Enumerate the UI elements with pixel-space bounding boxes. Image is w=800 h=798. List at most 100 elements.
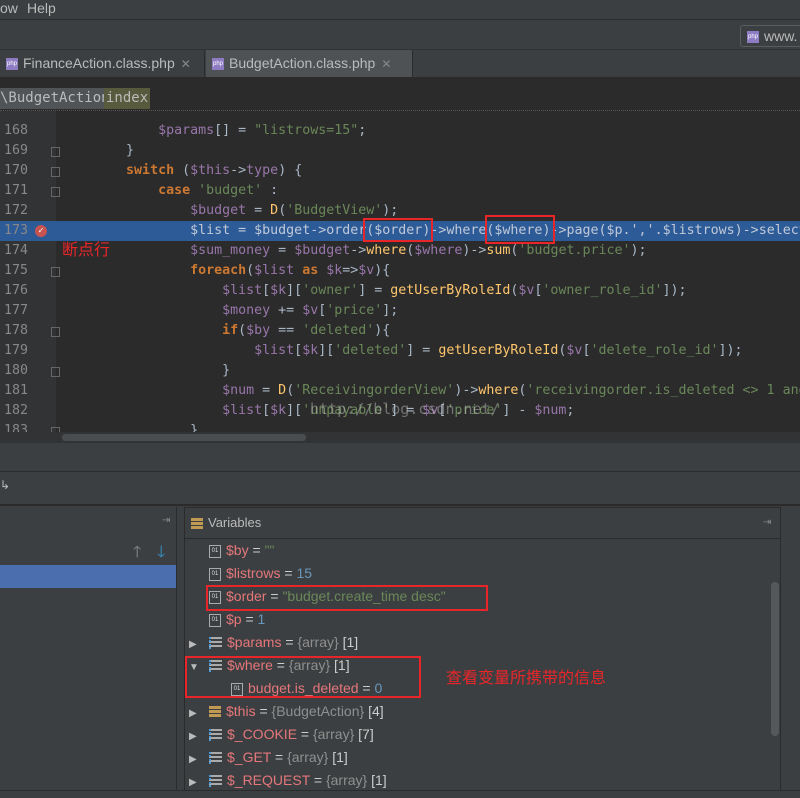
selected-frame[interactable] bbox=[0, 565, 176, 588]
where-highlight-box bbox=[485, 215, 555, 244]
line-number[interactable]: 176 bbox=[4, 281, 30, 301]
code-line[interactable]: 169 } bbox=[0, 141, 800, 161]
code-token-var: type bbox=[246, 163, 279, 178]
variable-count: [1] bbox=[371, 772, 387, 788]
code-line[interactable]: 180 } bbox=[0, 361, 800, 381]
code-token-plain: ]); bbox=[662, 283, 687, 298]
fold-marker-icon[interactable] bbox=[51, 367, 60, 377]
pin-icon[interactable]: ⇥ bbox=[162, 515, 170, 526]
code-token-var: $num bbox=[222, 383, 255, 398]
php-file-icon: php bbox=[212, 58, 224, 71]
line-number[interactable]: 173 bbox=[4, 221, 30, 241]
code-line[interactable]: 181 $num = D('ReceivingorderView')->wher… bbox=[0, 381, 800, 401]
code-token-str: 'delete_role_id' bbox=[590, 343, 719, 358]
code-token-str: ',' bbox=[630, 223, 655, 238]
line-number[interactable]: 174 bbox=[4, 241, 30, 261]
line-number[interactable]: 177 bbox=[4, 301, 30, 321]
breakpoint-icon[interactable]: ✓ bbox=[35, 225, 47, 237]
code-line[interactable]: 168 $params[] = "listrows=15"; bbox=[0, 121, 800, 141]
step-icon[interactable]: ↳ bbox=[0, 478, 10, 492]
expand-toggle-icon[interactable]: ▶ bbox=[189, 633, 201, 656]
line-number[interactable]: 181 bbox=[4, 381, 30, 401]
variable-row[interactable]: ▶ $_COOKIE = {array} [7] bbox=[189, 723, 374, 746]
code-token-var: $k bbox=[270, 283, 287, 298]
variable-row[interactable]: 01 $p = 1 bbox=[189, 608, 265, 631]
code-text: $sum_money = $budget->where($where)->sum… bbox=[62, 241, 646, 261]
code-token-str: 'BudgetView' bbox=[286, 203, 383, 218]
up-arrow-icon[interactable]: 🡑 bbox=[133, 541, 141, 568]
scrollbar-thumb[interactable] bbox=[62, 434, 306, 441]
expand-toggle-icon[interactable]: ▶ bbox=[189, 725, 201, 748]
expand-toggle-icon[interactable]: ▶ bbox=[189, 771, 201, 791]
code-text: case 'budget' : bbox=[62, 181, 278, 201]
line-number[interactable]: 168 bbox=[4, 121, 30, 141]
line-number[interactable]: 175 bbox=[4, 261, 30, 281]
fold-marker-icon[interactable] bbox=[51, 267, 60, 277]
fold-marker-icon[interactable] bbox=[51, 327, 60, 337]
code-token-plain: ( bbox=[598, 223, 607, 238]
code-line[interactable]: 176 $list[$k]['owner'] = getUserByRoleId… bbox=[0, 281, 800, 301]
array-type-icon bbox=[209, 729, 222, 742]
down-arrow-icon[interactable]: 🡓 bbox=[157, 541, 165, 568]
variable-value: 15 bbox=[296, 565, 313, 581]
fold-marker-icon[interactable] bbox=[51, 167, 60, 177]
tab-budget-action[interactable]: php BudgetAction.class.php ✕ bbox=[206, 50, 413, 77]
code-token-kw: switch bbox=[126, 163, 175, 178]
code-token-plain: } bbox=[62, 143, 135, 158]
code-token-str: 'ReceivingorderView' bbox=[294, 383, 455, 398]
variable-row[interactable]: 01 $listrows = 15 bbox=[189, 562, 312, 585]
code-line[interactable]: 178 if($by == 'deleted'){ bbox=[0, 321, 800, 341]
variables-scrollbar[interactable] bbox=[771, 582, 779, 736]
expand-toggle-icon[interactable]: ▶ bbox=[189, 748, 201, 771]
code-token-var: $v bbox=[566, 343, 583, 358]
variable-row[interactable]: ▶ $_REQUEST = {array} [1] bbox=[189, 769, 387, 791]
code-token-plain: ( bbox=[238, 323, 247, 338]
code-token-var: $v bbox=[518, 283, 535, 298]
menu-window[interactable]: ow bbox=[0, 0, 18, 16]
code-line[interactable]: 175 foreach($list as $k=>$v){ bbox=[0, 261, 800, 281]
array-type-icon bbox=[209, 752, 222, 765]
line-number[interactable]: 178 bbox=[4, 321, 30, 341]
pin-icon[interactable]: ⇥ bbox=[763, 508, 771, 538]
close-icon[interactable]: ✕ bbox=[381, 57, 391, 71]
line-number[interactable]: 170 bbox=[4, 161, 30, 181]
code-line[interactable]: 174 $sum_money = $budget->where($where)-… bbox=[0, 241, 800, 261]
code-line[interactable]: 170 switch ($this->type) { bbox=[0, 161, 800, 181]
variable-count: [7] bbox=[358, 726, 374, 742]
php-file-icon: php bbox=[747, 31, 759, 44]
code-line[interactable]: 171 case 'budget' : bbox=[0, 181, 800, 201]
tab-finance-action[interactable]: php FinanceAction.class.php ✕ bbox=[0, 50, 205, 77]
variable-row[interactable]: 01 $by = "" bbox=[189, 539, 275, 562]
code-line[interactable]: 179 $list[$k]['deleted'] = getUserByRole… bbox=[0, 341, 800, 361]
code-line[interactable]: 177 $money += $v['price']; bbox=[0, 301, 800, 321]
line-number[interactable]: 172 bbox=[4, 201, 30, 221]
code-editor[interactable]: 168 $params[] = "listrows=15"; 169 } 170 s… bbox=[0, 110, 800, 433]
code-token-fn: where bbox=[446, 223, 487, 238]
fold-marker-icon[interactable] bbox=[51, 187, 60, 197]
line-number[interactable]: 171 bbox=[4, 181, 30, 201]
line-number[interactable]: 169 bbox=[4, 141, 30, 161]
line-number[interactable]: 180 bbox=[4, 361, 30, 381]
breadcrumb-class[interactable]: \BudgetAction bbox=[0, 88, 112, 109]
line-number[interactable]: 182 bbox=[4, 401, 30, 421]
line-number[interactable]: 179 bbox=[4, 341, 30, 361]
fold-marker-icon[interactable] bbox=[51, 147, 60, 157]
menu-help[interactable]: Help bbox=[27, 0, 56, 16]
variable-row[interactable]: ▶ $params = {array} [1] bbox=[189, 631, 358, 654]
code-token-plain: ][ bbox=[286, 283, 303, 298]
breadcrumb-method[interactable]: index bbox=[104, 88, 151, 109]
code-token-fn: page bbox=[566, 223, 599, 238]
code-token-plain: -> bbox=[230, 163, 247, 178]
code-token-plain: ){ bbox=[374, 323, 391, 338]
variable-count: [4] bbox=[368, 703, 384, 719]
expand-toggle-icon[interactable]: ▶ bbox=[189, 702, 201, 725]
run-config-select[interactable]: php www. bbox=[740, 25, 800, 47]
order-highlight-box bbox=[363, 218, 433, 242]
variable-row[interactable]: ▶ $_GET = {array} [1] bbox=[189, 746, 348, 769]
code-token-plain: = bbox=[270, 243, 295, 258]
close-icon[interactable]: ✕ bbox=[181, 57, 191, 71]
variable-row[interactable]: ▶ $this = {BudgetAction} [4] bbox=[189, 700, 384, 723]
code-token-var: $k bbox=[270, 403, 287, 418]
